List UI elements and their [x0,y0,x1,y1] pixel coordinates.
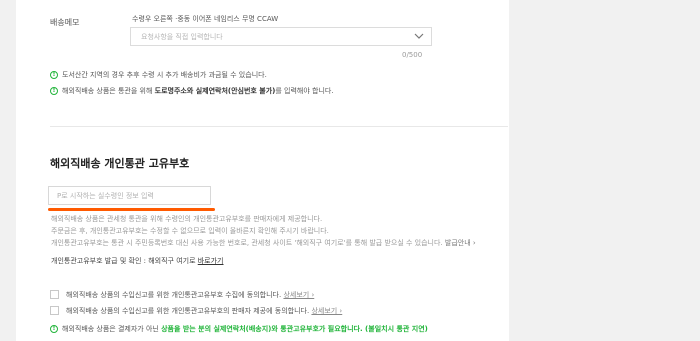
issue-check-line: 개인통관고유부호 발급 및 확인 : 해외직구 여기로 바로가기 [51,256,224,266]
agreement-text-row: 해외직배송 상품의 수입신고를 위한 개인통관고유부호의 판매자 제공에 동의합… [66,306,342,316]
customs-desc-line2: 주문금은 후, 개인통관고유부호는 수정할 수 없으므로 입력이 올바른지 확인… [51,227,329,235]
highlight-underline [48,208,215,211]
customs-desc-line3: 개인통관고유부호는 통관 시 주민등록번호 대신 사용 가능한 번호로, 관세청… [51,238,476,248]
customs-section-title: 해외직배송 개인통관 고유부호 [50,157,190,170]
agreement-checkbox[interactable] [50,306,59,315]
recipient-notice-highlight: 상품을 받는 분의 실제연락처(배송지)와 통관고유부호가 필요합니다. (불일… [161,325,428,333]
agreement-detail-link[interactable]: 상세보기 › [311,307,342,315]
order-form-panel: 배송메모 수령우 오른쪽 ·중동 이어폰 네임리스 무명 CCAW 요청사항을 … [16,0,509,341]
overseas-notice-text: 해외직배송 상품은 통관을 위해 [62,87,155,95]
recipient-notice: ! 해외직배송 상품은 결제자가 아닌 상품을 받는 분의 실제연락처(배송지)와… [50,324,428,334]
info-circle-icon: ! [50,325,58,333]
recipient-info: 수령우 오른쪽 ·중동 이어폰 네임리스 무명 CCAW [132,15,279,23]
overseas-address-notice: ! 해외직배송 상품은 통관을 위해 도로명주소와 실제연락처(안심번호 불가)를… [50,86,334,96]
agreement-checkbox[interactable] [50,290,59,299]
customs-code-placeholder: P로 시작하는 실수령인 정보 입력 [57,192,154,200]
info-circle-icon: ! [50,87,58,95]
issue-check-text: 개인통관고유부호 발급 및 확인 : 해외직구 여기로 [51,257,198,265]
shortcut-link[interactable]: 바로가기 [198,257,224,265]
delivery-memo-label: 배송메모 [50,18,80,27]
island-notice-text: 도서산간 지역의 경우 추후 수령 시 추가 배송비가 과금될 수 있습니다. [62,71,267,79]
island-shipping-notice: ! 도서산간 지역의 경우 추후 수령 시 추가 배송비가 과금될 수 있습니다. [50,70,267,80]
customs-desc-line3-text: 개인통관고유부호는 통관 시 주민등록번호 대신 사용 가능한 번호로, 관세청… [51,239,443,247]
issue-guide-link[interactable]: 발급안내 › [445,239,476,247]
section-divider [50,126,508,127]
customs-desc-line1: 해외직배송 상품은 관세청 통관을 위해 수령인의 개인통관고유부호를 판매자에… [51,215,323,223]
info-circle-icon: ! [50,71,58,79]
agreement-text: 해외직배송 상품의 수입신고를 위한 개인통관고유부호의 판매자 제공에 동의합… [66,307,310,315]
overseas-notice-tail: 를 입력해야 합니다. [275,87,334,95]
delivery-request-select[interactable]: 요청사항을 직접 입력합니다 [130,27,432,46]
agreement-text-row: 해외직배송 상품의 수입신고를 위한 개인통관고유부호 수집에 동의합니다. 상… [66,290,314,300]
customs-code-input[interactable]: P로 시작하는 실수령인 정보 입력 [48,186,211,205]
agreement-detail-link[interactable]: 상세보기 › [283,291,314,299]
delivery-request-placeholder: 요청사항을 직접 입력합니다 [141,33,223,41]
chevron-down-icon [414,33,424,39]
agreement-text: 해외직배송 상품의 수입신고를 위한 개인통관고유부호 수집에 동의합니다. [66,291,282,299]
overseas-notice-bold: 도로명주소와 실제연락처(안심번호 불가) [154,87,276,95]
char-counter: 0/500 [402,51,423,59]
recipient-notice-text: 해외직배송 상품은 결제자가 아닌 [62,325,162,333]
